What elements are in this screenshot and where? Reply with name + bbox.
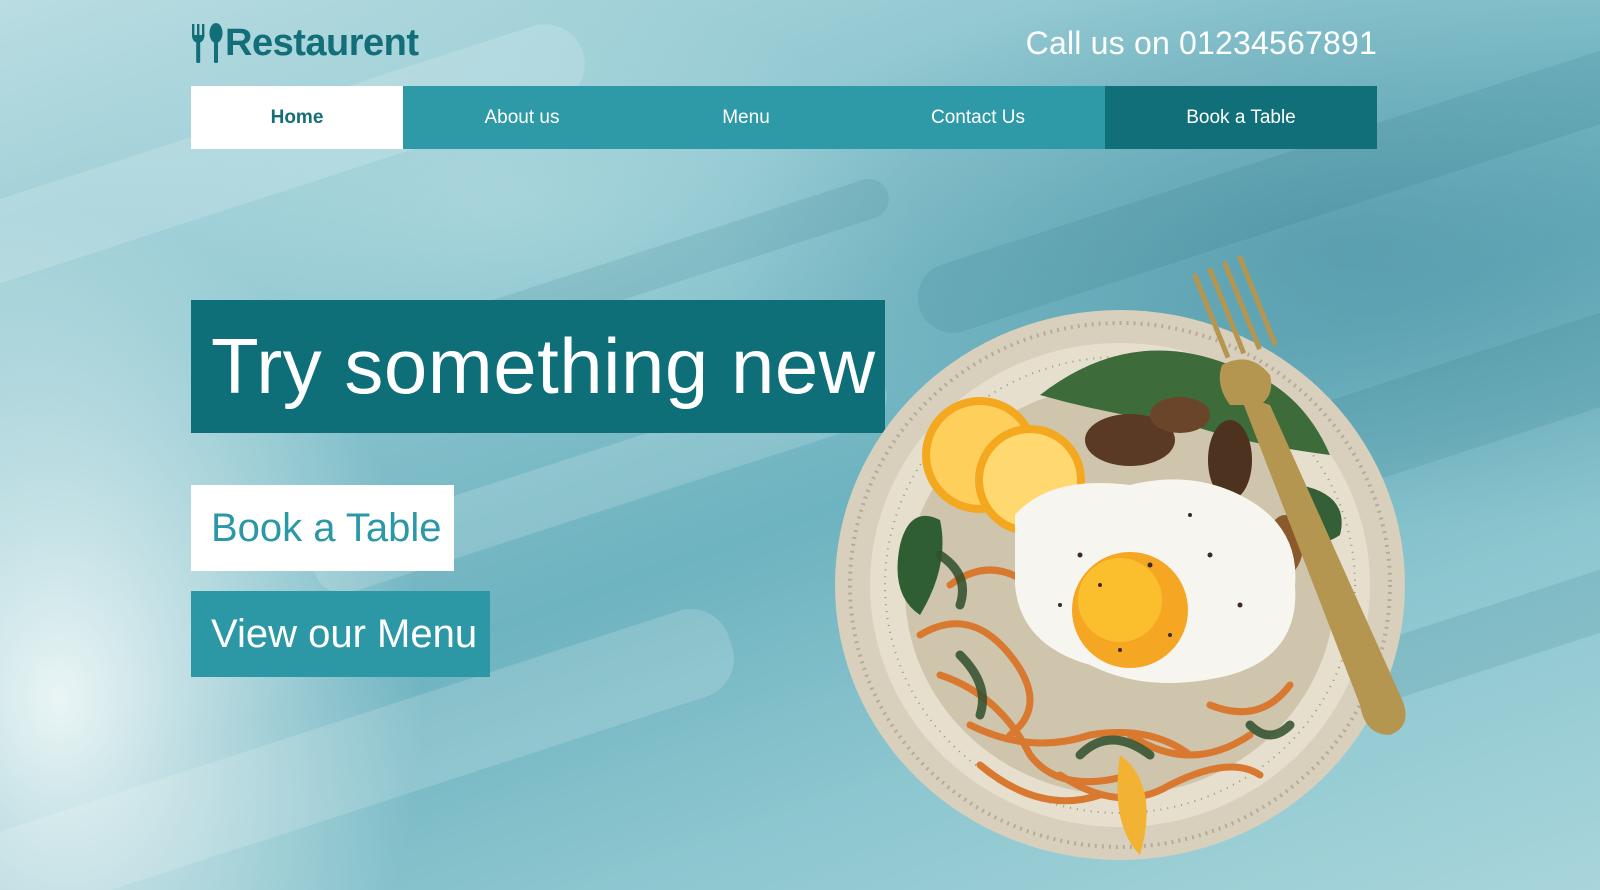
nav-item-home[interactable]: Home <box>191 86 403 149</box>
nav-item-contact-us[interactable]: Contact Us <box>851 86 1105 149</box>
phone-number: Call us on 01234567891 <box>1025 24 1377 61</box>
logo[interactable]: Restaurent <box>191 18 419 68</box>
nav-item-menu[interactable]: Menu <box>641 86 851 149</box>
view-menu-button[interactable]: View our Menu <box>191 591 490 677</box>
nav-book-table-button[interactable]: Book a Table <box>1105 86 1377 149</box>
main-nav: Home About us Menu Contact Us Book a Tab… <box>191 86 1377 149</box>
brand-name: Restaurent <box>225 21 419 64</box>
site-header: Restaurent Call us on 01234567891 <box>191 18 1377 68</box>
hero-title: Try something new <box>191 300 885 433</box>
food-bowl-image <box>835 255 1406 860</box>
nav-item-about-us[interactable]: About us <box>403 86 641 149</box>
fork-spoon-icon <box>192 23 223 63</box>
book-table-button[interactable]: Book a Table <box>191 485 454 571</box>
